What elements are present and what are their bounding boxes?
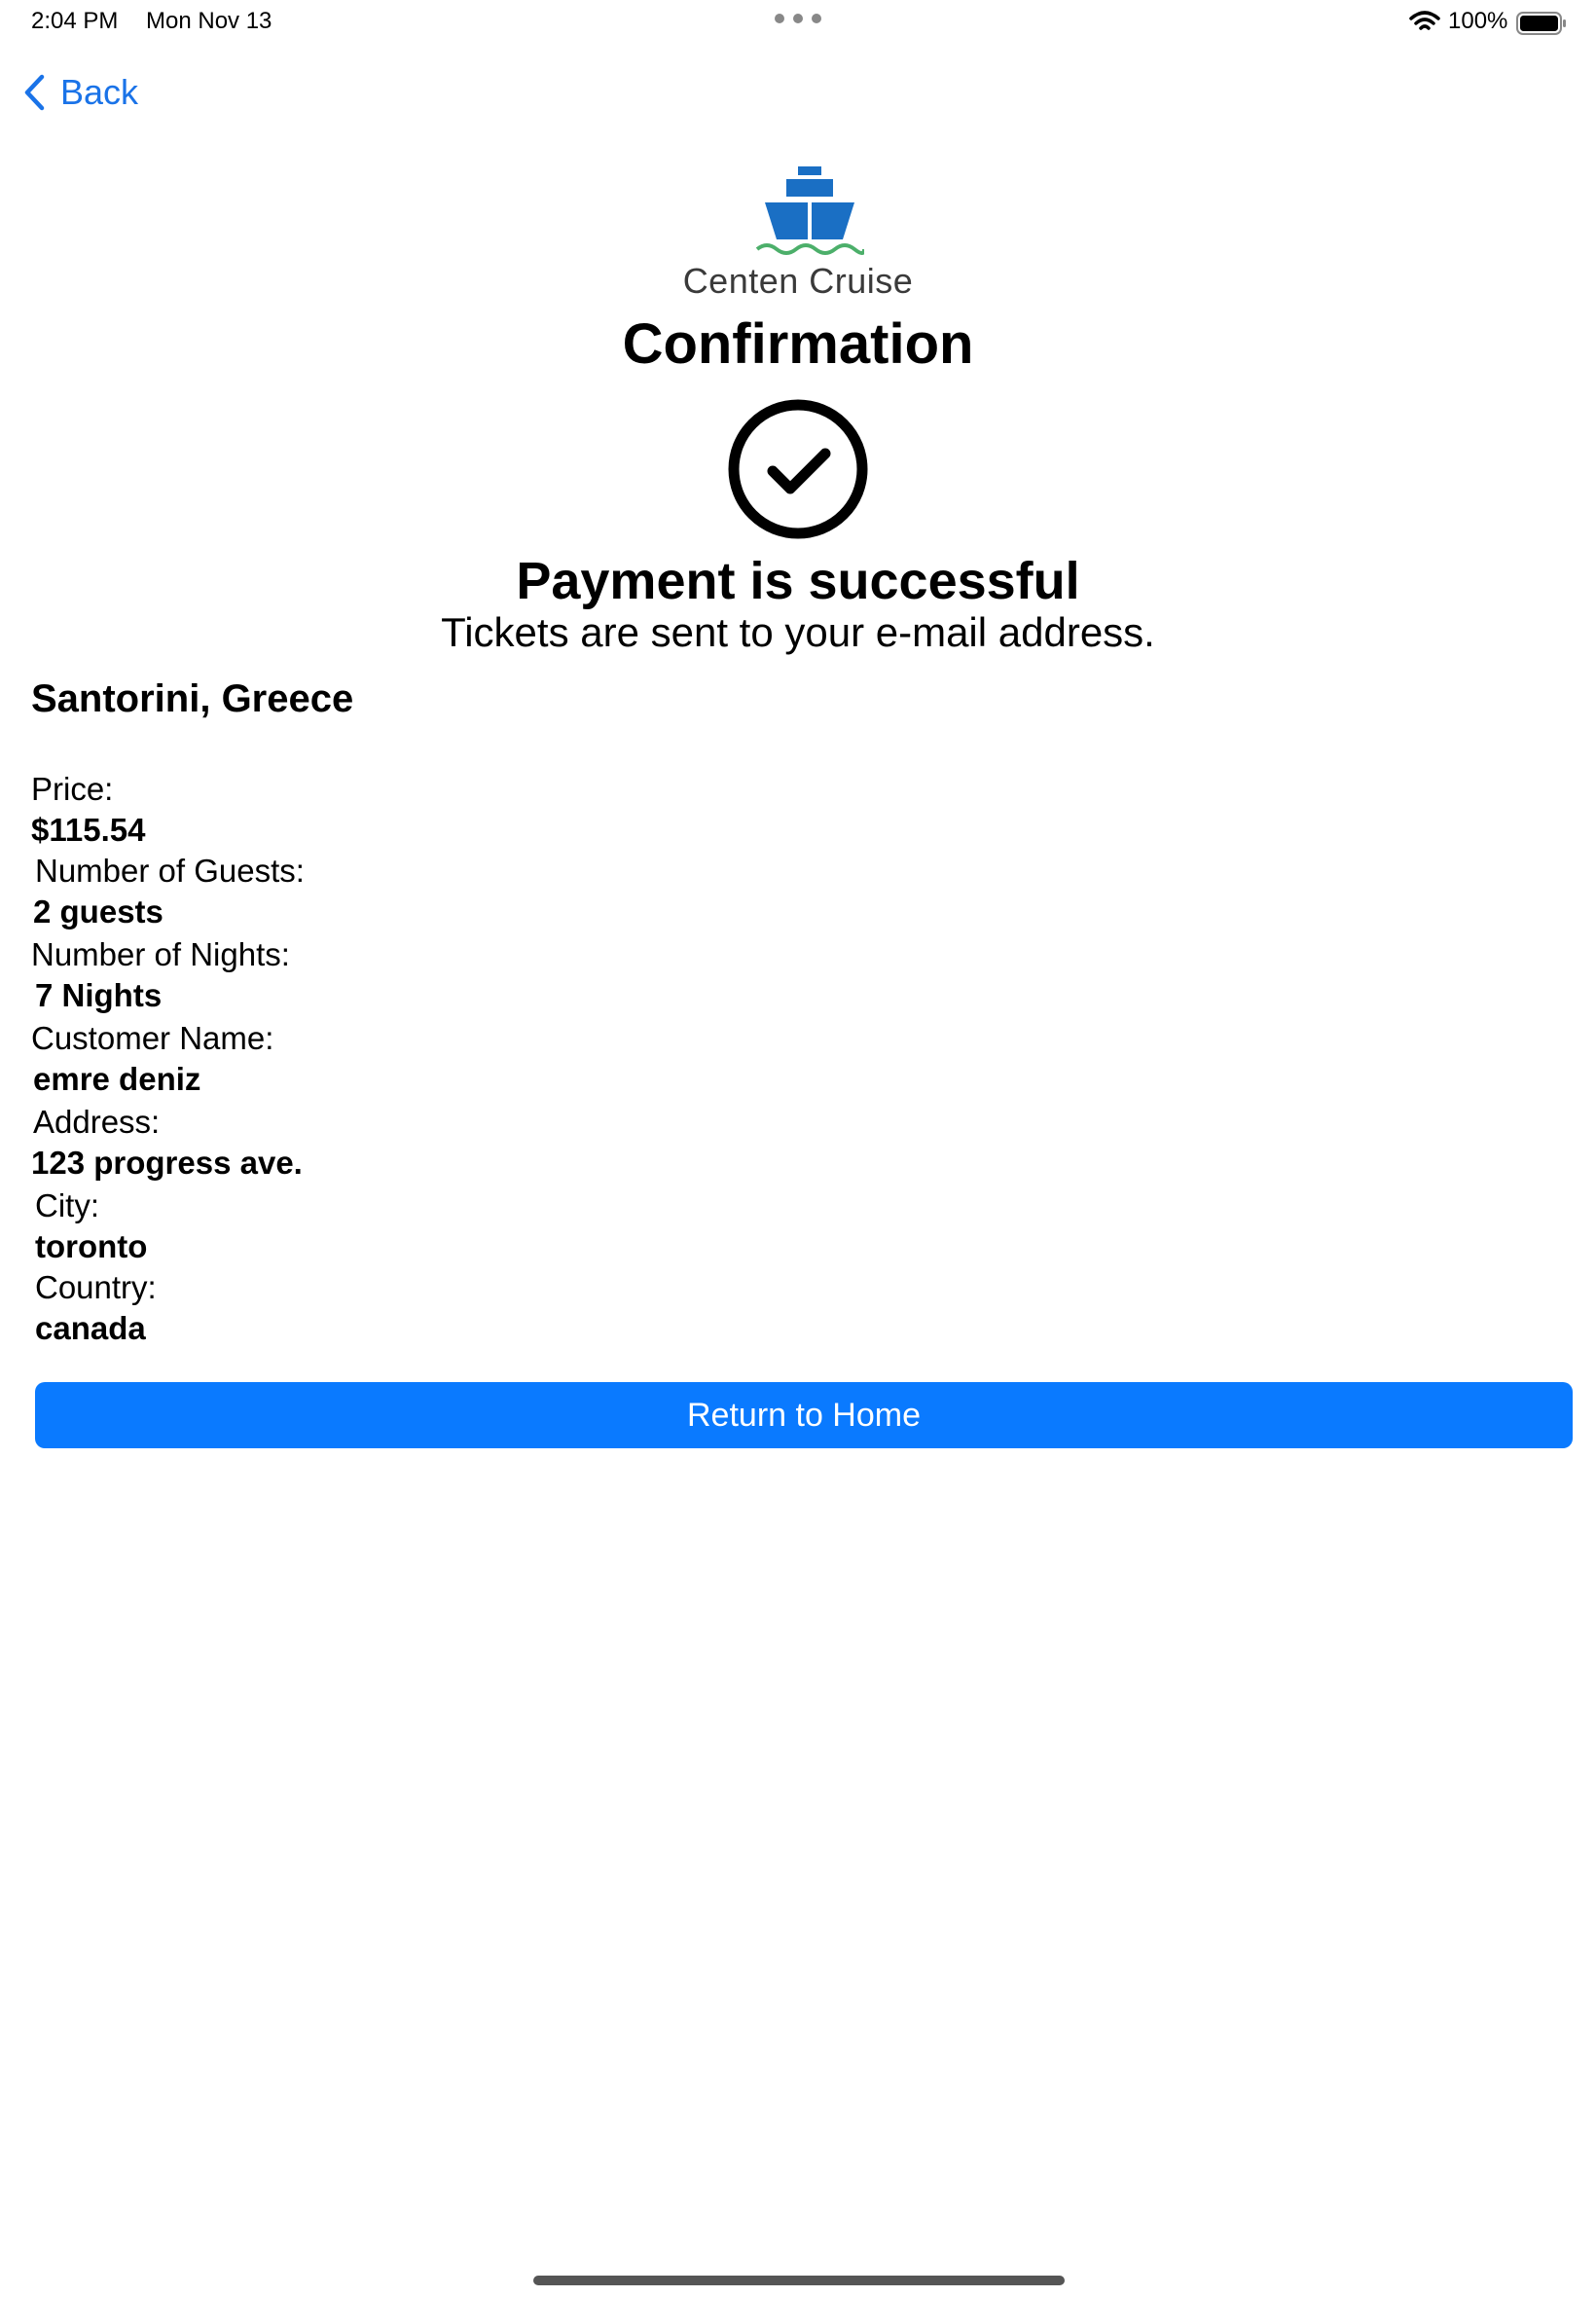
status-time: 2:04 PM (31, 8, 119, 34)
ship-logo-icon (755, 166, 864, 255)
country-value: canada (35, 1310, 146, 1346)
success-message: Payment is successful (516, 552, 1080, 610)
checkmark-circle-icon (728, 399, 868, 539)
battery-percentage: 100% (1448, 8, 1508, 34)
address-label: Address: (33, 1104, 161, 1140)
city-value: toronto (35, 1228, 148, 1264)
nights-label: Number of Nights: (31, 936, 290, 972)
customer-value: emre deniz (33, 1061, 201, 1097)
chevron-left-icon (24, 74, 45, 111)
status-date: Mon Nov 13 (146, 8, 272, 34)
return-home-button[interactable]: Return to Home (35, 1382, 1573, 1448)
brand-name: Centen Cruise (682, 261, 914, 301)
multitasking-dots-icon[interactable] (775, 14, 821, 27)
battery-icon (1516, 12, 1566, 35)
wifi-icon (1409, 11, 1440, 30)
home-indicator[interactable] (533, 2276, 1065, 2285)
back-label: Back (60, 72, 139, 112)
country-label: Country: (35, 1269, 157, 1305)
destination-title: Santorini, Greece (31, 677, 354, 720)
city-label: City: (35, 1187, 99, 1223)
guests-label: Number of Guests: (35, 853, 305, 889)
price-label: Price: (31, 771, 114, 807)
back-button[interactable]: Back (23, 72, 138, 113)
nights-value: 7 Nights (35, 977, 163, 1013)
email-notice: Tickets are sent to your e-mail address. (441, 609, 1155, 655)
guests-value: 2 guests (33, 893, 163, 930)
address-value: 123 progress ave. (31, 1145, 303, 1181)
price-value: $115.54 (31, 812, 146, 848)
customer-label: Customer Name: (31, 1020, 274, 1056)
page-title: Confirmation (622, 312, 974, 376)
